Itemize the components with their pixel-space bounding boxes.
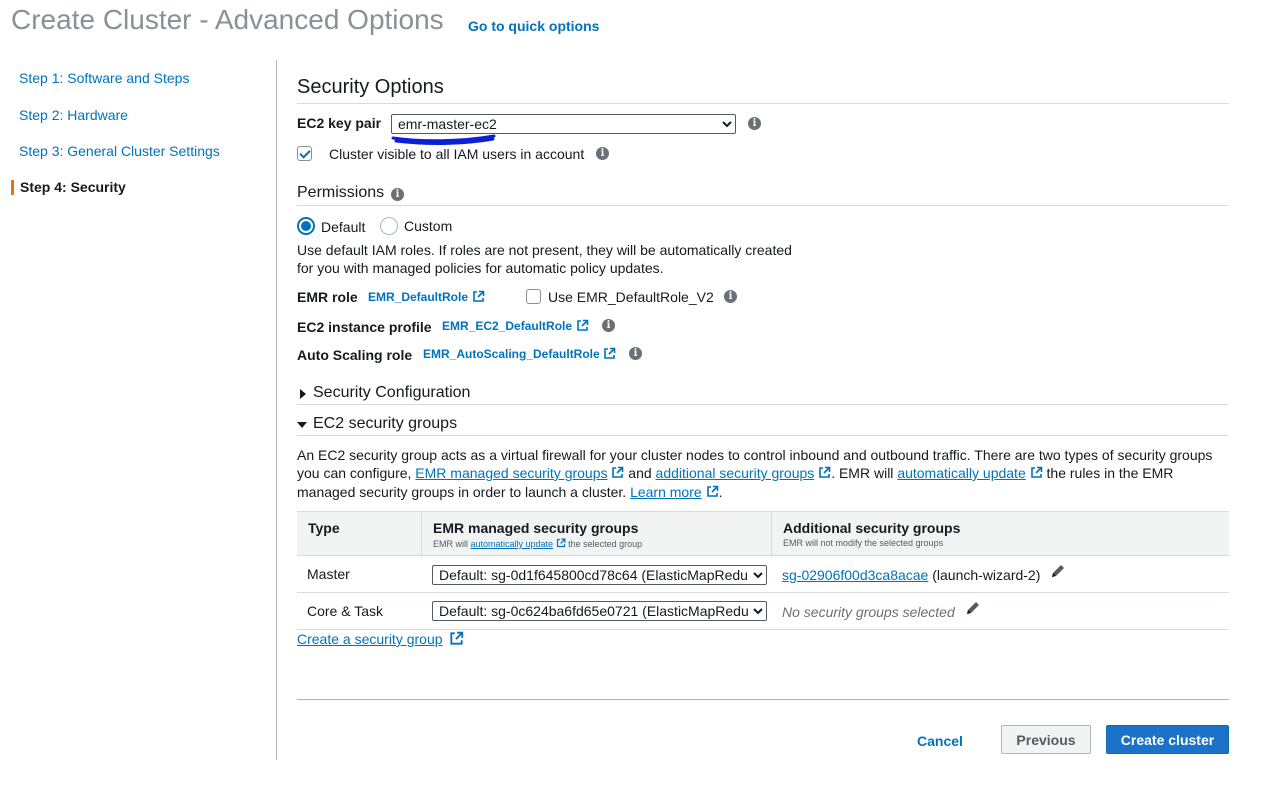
section-divider — [297, 404, 1229, 405]
emr-managed-sg-link[interactable]: EMR managed security groups — [415, 465, 607, 481]
external-link-icon[interactable] — [472, 290, 485, 303]
sg-table-header: Type EMR managed security groups EMR wil… — [297, 511, 1229, 557]
automatically-update-link[interactable]: automatically update — [897, 465, 1025, 481]
security-options-title: Security Options — [297, 76, 444, 98]
sg-description-line2: you can configure, EMR managed security … — [297, 465, 1173, 481]
emr-role-link[interactable]: EMR_DefaultRole — [368, 290, 468, 304]
sg-desc-text: managed security groups in order to laun… — [297, 484, 627, 500]
pencil-icon[interactable] — [1050, 563, 1066, 579]
caret-right-icon[interactable] — [300, 389, 306, 399]
col-type-header: Type — [308, 520, 340, 536]
footer-divider — [297, 699, 1229, 700]
custom-radio[interactable] — [380, 217, 398, 235]
external-link-icon[interactable] — [603, 347, 616, 360]
sidebar-item-step2[interactable]: Step 2: Hardware — [19, 107, 128, 123]
permissions-title: Permissions — [297, 184, 385, 201]
default-radio-label: Default — [321, 219, 366, 235]
sg-description-line3: managed security groups in order to laun… — [297, 484, 723, 500]
column-divider — [421, 512, 422, 557]
automatically-update-link[interactable]: automatically update — [471, 539, 554, 549]
cluster-visible-checkbox[interactable] — [297, 146, 312, 161]
autoscaling-role-link[interactable]: EMR_AutoScaling_DefaultRole — [423, 347, 600, 361]
column-divider — [771, 512, 772, 557]
create-sg-row: Create a security group — [297, 631, 464, 647]
sg-desc-rules: the rules in the EMR — [1046, 465, 1174, 481]
table-row-divider — [297, 629, 1229, 630]
info-icon[interactable]: i — [629, 347, 642, 360]
external-link-icon[interactable] — [818, 466, 831, 479]
col-managed-header: EMR managed security groups — [433, 520, 639, 536]
sg-desc-text: you can configure, — [297, 465, 412, 481]
sg-desc-and: and — [628, 465, 652, 481]
learn-more-link[interactable]: Learn more — [630, 484, 702, 500]
page-title: Create Cluster - Advanced Options — [11, 4, 444, 35]
active-step-indicator — [11, 180, 14, 195]
section-divider — [297, 435, 1229, 436]
section-divider — [297, 205, 1229, 206]
external-link-icon[interactable] — [449, 631, 464, 646]
annotation-underline-icon — [391, 134, 496, 145]
col-additional-subtitle: EMR will not modify the selected groups — [783, 538, 944, 548]
create-security-group-link[interactable]: Create a security group — [297, 631, 443, 647]
master-managed-sg-select[interactable]: Default: sg-0d1f645800cd78c64 (ElasticMa… — [432, 565, 767, 585]
row-type-master: Master — [307, 566, 350, 582]
external-link-icon[interactable] — [706, 485, 719, 498]
info-icon[interactable]: i — [596, 147, 609, 160]
key-pair-label: EC2 key pair — [297, 115, 382, 131]
external-link-icon[interactable] — [576, 319, 589, 332]
create-cluster-button[interactable]: Create cluster — [1106, 725, 1229, 754]
caret-down-icon[interactable] — [297, 422, 307, 428]
cancel-button[interactable]: Cancel — [906, 726, 974, 755]
sidebar-item-step4[interactable]: Step 4: Security — [20, 179, 126, 195]
permissions-description-line2: for you with managed policies for automa… — [297, 260, 664, 276]
sidebar-divider — [276, 60, 277, 760]
col-managed-subtitle: EMR will automatically update the select… — [433, 538, 643, 549]
previous-button[interactable]: Previous — [1001, 725, 1091, 754]
cluster-visible-label: Cluster visible to all IAM users in acco… — [329, 146, 585, 162]
external-link-icon[interactable] — [556, 538, 566, 548]
info-icon[interactable]: i — [602, 319, 615, 332]
emr-role-label: EMR role — [297, 289, 358, 305]
info-icon[interactable]: i — [748, 117, 761, 130]
pencil-icon[interactable] — [965, 600, 981, 616]
core-task-managed-sg-select[interactable]: Default: sg-0c624ba6fd65e0721 (ElasticMa… — [432, 601, 767, 621]
info-icon[interactable]: i — [391, 188, 404, 201]
col-additional-header: Additional security groups — [783, 520, 961, 536]
section-divider — [297, 103, 1229, 104]
additional-sg-id-link[interactable]: sg-02906f00d3ca8acae — [782, 567, 928, 583]
table-row-divider — [297, 592, 1229, 593]
quick-options-link[interactable]: Go to quick options — [468, 18, 599, 34]
ec2-security-groups-toggle[interactable]: EC2 security groups — [313, 415, 457, 433]
additional-sg-name: (launch-wizard-2) — [932, 567, 1041, 583]
sg-description-line1: An EC2 security group acts as a virtual … — [297, 447, 1213, 463]
sidebar-item-step3[interactable]: Step 3: General Cluster Settings — [19, 143, 220, 159]
security-configuration-toggle[interactable]: Security Configuration — [313, 384, 470, 402]
master-additional-sg: sg-02906f00d3ca8acae (launch-wizard-2) — [782, 567, 1040, 583]
permissions-description-line1: Use default IAM roles. If roles are not … — [297, 242, 792, 258]
additional-sg-link[interactable]: additional security groups — [656, 465, 815, 481]
default-radio[interactable] — [297, 217, 315, 235]
row-type-core-task: Core & Task — [307, 603, 383, 619]
info-icon[interactable]: i — [724, 290, 737, 303]
instance-profile-label: EC2 instance profile — [297, 319, 432, 335]
sidebar-item-step1[interactable]: Step 1: Software and Steps — [19, 70, 189, 86]
no-sg-selected: No security groups selected — [782, 604, 955, 620]
custom-radio-label: Custom — [404, 218, 453, 234]
use-v2-label: Use EMR_DefaultRole_V2 — [548, 289, 714, 305]
autoscaling-role-label: Auto Scaling role — [297, 347, 413, 363]
instance-profile-link[interactable]: EMR_EC2_DefaultRole — [442, 319, 572, 333]
use-v2-checkbox[interactable] — [526, 289, 541, 304]
external-link-icon[interactable] — [611, 466, 624, 479]
sg-desc-emr-will: . EMR will — [831, 465, 894, 481]
external-link-icon[interactable] — [1030, 466, 1043, 479]
